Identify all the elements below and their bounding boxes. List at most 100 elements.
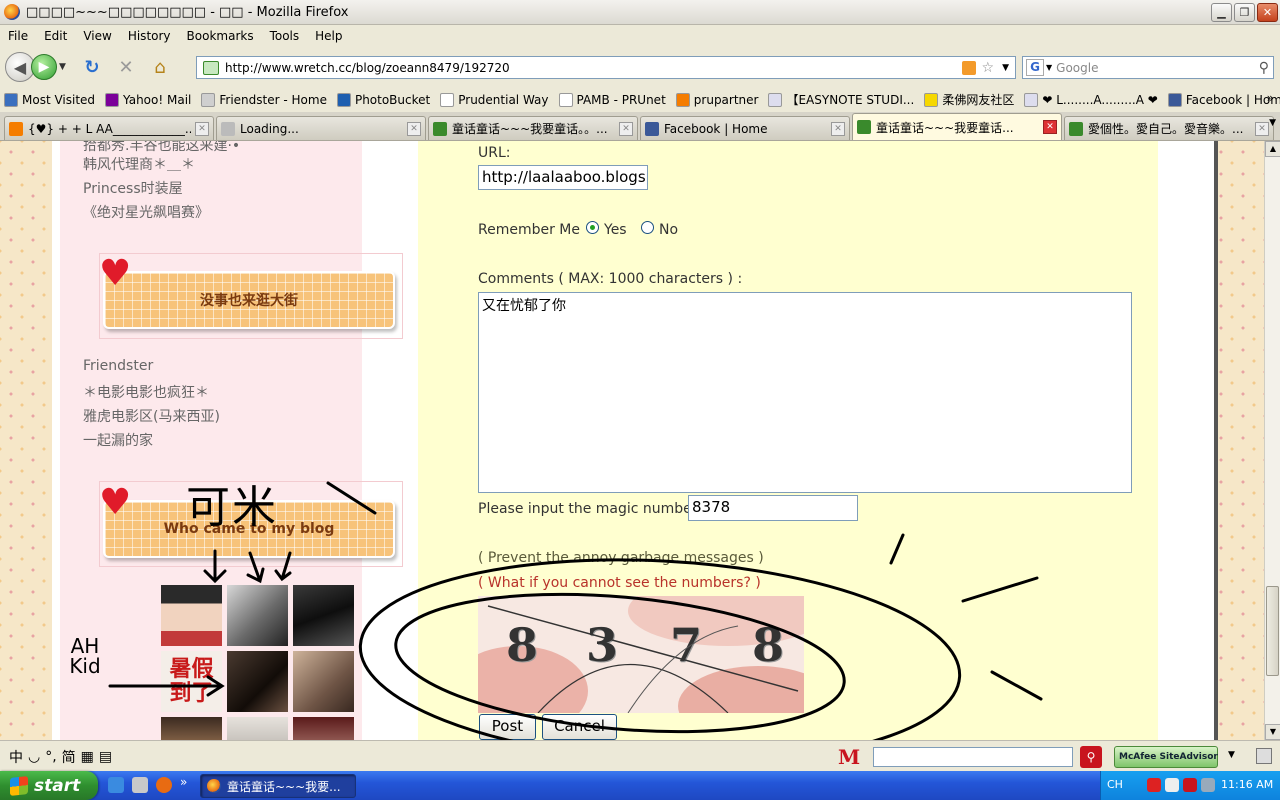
quicklaunch-desktop-icon[interactable] [132, 777, 148, 793]
siteadvisor-dropdown-icon[interactable]: ▼ [1228, 750, 1235, 760]
browser-tab[interactable]: Loading... ✕ [216, 116, 426, 140]
ime-simplified-icon[interactable]: 简 [61, 747, 77, 767]
bookmark-item[interactable]: 柔佛网友社区 [924, 91, 1014, 108]
sidebar-link[interactable]: ＊电影电影也疯狂＊ [83, 382, 209, 402]
ime-moon-icon[interactable]: ◡ [27, 749, 41, 765]
tab-list-dropdown-icon[interactable]: ▼ [1269, 118, 1276, 128]
rss-feed-icon[interactable] [961, 60, 976, 75]
search-engine-dropdown-icon[interactable]: ▼ [1046, 63, 1052, 72]
scroll-thumb[interactable] [1266, 586, 1279, 676]
search-bar[interactable]: G ▼ Google ⚲ [1022, 56, 1274, 79]
visitor-avatar[interactable] [293, 651, 354, 712]
remember-yes-label[interactable]: Yes [604, 222, 627, 238]
ime-menu-icon[interactable]: ▤ [98, 749, 113, 765]
menu-bookmarks[interactable]: Bookmarks [183, 29, 258, 43]
language-indicator[interactable]: CH [1107, 778, 1123, 791]
sidebar-link[interactable]: Princess时装屋 [83, 178, 183, 198]
sidebar-link[interactable]: 《绝对星光飙唱赛》 [83, 202, 209, 222]
search-engine-icon[interactable]: G [1026, 59, 1044, 76]
bookmark-item[interactable]: Prudential Way [440, 92, 549, 107]
bookmark-item[interactable]: Friendster - Home [201, 92, 327, 107]
tray-network-icon[interactable] [1165, 778, 1179, 792]
tab-close-icon[interactable]: ✕ [1043, 120, 1057, 134]
mcafee-search-icon[interactable]: ⚲ [1080, 746, 1102, 768]
visitor-avatar[interactable] [293, 585, 354, 646]
menu-help[interactable]: Help [311, 29, 346, 43]
browser-tab[interactable]: Facebook | Home ✕ [640, 116, 850, 140]
quicklaunch-ie-icon[interactable] [108, 777, 124, 793]
reload-icon[interactable]: ↻ [79, 54, 105, 80]
browser-tab[interactable]: 童话童话~~~我要童话... ✕ [852, 113, 1062, 140]
tray-volume-icon[interactable] [1201, 778, 1215, 792]
quicklaunch-firefox-icon[interactable] [156, 777, 172, 793]
cannot-see-numbers-link[interactable]: ( What if you cannot see the numbers? ) [478, 575, 761, 591]
search-icon[interactable]: ⚲ [1259, 60, 1269, 76]
sidebar-link[interactable]: Friendster [83, 358, 153, 374]
search-input[interactable]: Google [1056, 61, 1259, 75]
tab-close-icon[interactable]: ✕ [831, 121, 845, 136]
visitor-avatar[interactable] [227, 717, 288, 740]
status-icon[interactable] [1256, 748, 1272, 764]
url-dropdown-icon[interactable]: ▼ [1002, 63, 1009, 73]
sidebar-link[interactable]: 雅虎电影区(马来西亚) [83, 406, 220, 426]
cancel-button[interactable]: Cancel [542, 714, 617, 740]
remember-yes-radio[interactable] [586, 221, 599, 234]
remember-no-label[interactable]: No [659, 222, 678, 238]
visitor-avatar[interactable] [227, 651, 288, 712]
browser-tab[interactable]: 童话童话~~~我要童话。。... ✕ [428, 116, 638, 140]
sidebar-link[interactable]: 一起漏的家 [83, 430, 153, 450]
scroll-down-icon[interactable]: ▼ [1265, 724, 1280, 740]
close-window-button[interactable]: ✕ [1257, 3, 1278, 22]
ime-keyboard-icon[interactable]: ▦ [80, 749, 95, 765]
mcafee-search-input[interactable] [873, 747, 1073, 767]
bookmark-item[interactable]: PhotoBucket [336, 92, 430, 107]
bookmark-item[interactable]: prupartner [675, 92, 758, 107]
post-button[interactable]: Post [479, 714, 536, 740]
bookmark-item[interactable]: PAMB - PRUnet [558, 92, 666, 107]
stop-icon[interactable]: ✕ [113, 54, 139, 80]
taskbar-firefox-task[interactable]: 童话童话~~~我要... [200, 774, 356, 798]
home-icon[interactable]: ⌂ [147, 54, 173, 80]
menu-view[interactable]: View [79, 29, 115, 43]
bookmark-item[interactable]: Facebook | Home [1167, 92, 1280, 107]
ime-mode-icon[interactable]: 中 [8, 747, 24, 767]
title-bar[interactable]: □□□□~~~□□□□□□□□ - □□ - Mozilla Firefox ▁… [0, 0, 1280, 25]
browser-tab[interactable]: {♥} + + L AA____________... ✕ [4, 116, 214, 140]
visitor-avatar[interactable] [161, 717, 222, 740]
url-text[interactable]: http://www.wretch.cc/blog/zoeann8479/192… [225, 61, 962, 75]
tab-close-icon[interactable]: ✕ [407, 121, 421, 136]
comments-textarea[interactable]: 又在忧郁了你 [478, 292, 1132, 493]
start-button[interactable]: start [0, 771, 98, 800]
tray-security-icon[interactable] [1147, 778, 1161, 792]
site-identity-icon[interactable] [203, 60, 219, 75]
minimize-button[interactable]: ▁ [1211, 3, 1232, 22]
menu-edit[interactable]: Edit [40, 29, 71, 43]
tab-close-icon[interactable]: ✕ [195, 121, 209, 136]
magic-number-field[interactable]: 8378 [688, 495, 858, 521]
tab-close-icon[interactable]: ✕ [1255, 121, 1269, 136]
quicklaunch-more-icon[interactable]: » [180, 775, 187, 789]
bookmark-item[interactable]: 【EASYNOTE STUDI... [768, 91, 914, 108]
visitor-avatar[interactable]: 暑假到了 [161, 651, 222, 712]
visitor-avatar[interactable] [161, 585, 222, 646]
visitor-avatar[interactable] [227, 585, 288, 646]
bookmark-item[interactable]: Most Visited [4, 92, 95, 107]
tab-close-icon[interactable]: ✕ [619, 121, 633, 136]
url-bar[interactable]: http://www.wretch.cc/blog/zoeann8479/192… [196, 56, 1016, 79]
remember-no-radio[interactable] [641, 221, 654, 234]
visitor-avatar[interactable] [293, 717, 354, 740]
mcafee-logo-icon[interactable]: M [838, 745, 860, 769]
forward-button[interactable]: ▶ [31, 54, 57, 80]
sidebar-link[interactable]: 拾都秀.丰谷也能这来建·• [83, 141, 240, 155]
menu-tools[interactable]: Tools [266, 29, 304, 43]
sidebar-link[interactable]: 韩风代理商＊＿＊ [83, 154, 195, 174]
bookmark-star-icon[interactable]: ☆ [982, 60, 995, 76]
menu-file[interactable]: File [4, 29, 32, 43]
ime-punct-icon[interactable]: °, [44, 749, 57, 765]
scroll-up-icon[interactable]: ▲ [1265, 141, 1280, 157]
vertical-scrollbar[interactable]: ▲ ▼ [1264, 141, 1280, 740]
maximize-button[interactable]: ❐ [1234, 3, 1255, 22]
bookmark-item[interactable]: Yahoo! Mail [105, 92, 191, 107]
menu-history[interactable]: History [124, 29, 175, 43]
browser-tab[interactable]: 愛個性。愛自己。愛音樂。... ✕ [1064, 116, 1274, 140]
